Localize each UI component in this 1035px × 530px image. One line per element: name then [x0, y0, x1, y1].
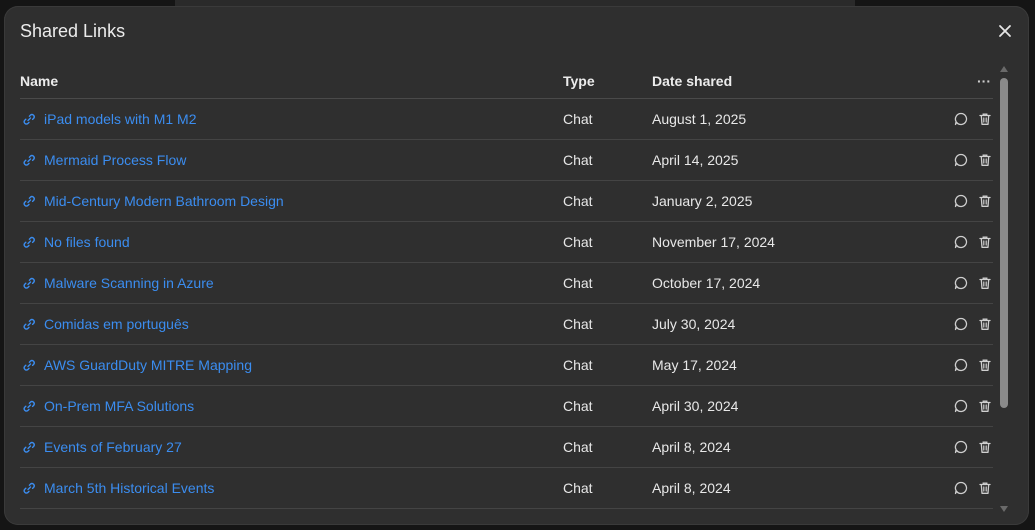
- shared-link-name[interactable]: March 5th Historical Events: [44, 480, 214, 496]
- shared-link-date: April 8, 2024: [652, 480, 731, 496]
- shared-link-date: November 17, 2024: [652, 234, 775, 250]
- trash-icon[interactable]: [977, 275, 993, 291]
- table-row: On-Prem MFA Solutions Chat April 30, 2024: [20, 386, 993, 427]
- trash-icon[interactable]: [977, 152, 993, 168]
- trash-icon[interactable]: [977, 439, 993, 455]
- chat-bubble-icon[interactable]: [953, 152, 969, 168]
- trash-icon[interactable]: [977, 234, 993, 250]
- table-row: Comidas em português Chat July 30, 2024: [20, 304, 993, 345]
- table-row: Malware Scanning in Azure Chat October 17,…: [20, 263, 993, 304]
- chat-bubble-icon[interactable]: [953, 357, 969, 373]
- scroll-up-arrow[interactable]: [1000, 66, 1008, 72]
- trash-icon[interactable]: [977, 480, 993, 496]
- shared-link-type: Chat: [563, 152, 593, 168]
- shared-link-date: October 17, 2024: [652, 275, 761, 291]
- shared-link-name[interactable]: Events of February 27: [44, 439, 182, 455]
- shared-link-date: August 1, 2025: [652, 111, 747, 127]
- shared-link-name[interactable]: iPad models with M1 M2: [44, 111, 197, 127]
- shared-link-type: Chat: [563, 316, 593, 332]
- shared-link-date: January 2, 2025: [652, 193, 753, 209]
- table-row: March 5th Historical Events Chat April 8, …: [20, 468, 993, 509]
- link-icon: [23, 400, 35, 412]
- link-icon: [23, 359, 35, 371]
- dialog-title: Shared Links: [20, 21, 126, 41]
- chat-bubble-icon[interactable]: [953, 234, 969, 250]
- column-header-date[interactable]: Date shared: [652, 73, 732, 89]
- shared-link-name[interactable]: On-Prem MFA Solutions: [44, 398, 194, 414]
- link-icon: [23, 154, 35, 166]
- column-header-name[interactable]: Name: [20, 73, 58, 89]
- shared-link-name[interactable]: No files found: [44, 234, 130, 250]
- table-row: No files found Chat November 17, 2024: [20, 222, 993, 263]
- chat-bubble-icon[interactable]: [953, 275, 969, 291]
- chat-bubble-icon[interactable]: [953, 480, 969, 496]
- shared-link-type: Chat: [563, 275, 593, 291]
- shared-link-type: Chat: [563, 480, 593, 496]
- shared-link-type: Chat: [563, 234, 593, 250]
- shared-link-type: Chat: [563, 193, 593, 209]
- chat-bubble-icon[interactable]: [953, 439, 969, 455]
- table-row: Mermaid Process Flow Chat April 14, 2025: [20, 140, 993, 181]
- shared-link-name[interactable]: AWS GuardDuty MITRE Mapping: [44, 357, 252, 373]
- shared-link-date: April 14, 2025: [652, 152, 739, 168]
- table-row: iPad models with M1 M2 Chat August 1, 2025: [20, 99, 993, 140]
- shared-link-type: Chat: [563, 111, 593, 127]
- link-icon: [23, 195, 35, 207]
- link-icon: [23, 277, 35, 289]
- trash-icon[interactable]: [977, 193, 993, 209]
- shared-links-dialog: Shared Links Name Type Date shared ··· i…: [4, 6, 1029, 525]
- shared-link-type: Chat: [563, 398, 593, 414]
- shared-link-date: April 8, 2024: [652, 439, 731, 455]
- link-icon: [23, 113, 35, 125]
- shared-link-name[interactable]: Mermaid Process Flow: [44, 152, 186, 168]
- shared-link-date: April 30, 2024: [652, 398, 739, 414]
- link-icon: [23, 482, 35, 494]
- shared-link-type: Chat: [563, 357, 593, 373]
- shared-link-date: May 17, 2024: [652, 357, 737, 373]
- more-options-button[interactable]: ···: [977, 73, 991, 89]
- shared-links-table: Name Type Date shared ··· iPad models wi…: [20, 68, 993, 509]
- shared-link-type: Chat: [563, 439, 593, 455]
- link-icon: [23, 236, 35, 248]
- trash-icon[interactable]: [977, 398, 993, 414]
- column-header-type[interactable]: Type: [563, 73, 595, 89]
- chat-bubble-icon[interactable]: [953, 193, 969, 209]
- trash-icon[interactable]: [977, 357, 993, 373]
- chat-bubble-icon[interactable]: [953, 316, 969, 332]
- scrollbar-thumb[interactable]: [1000, 78, 1008, 408]
- link-icon: [23, 318, 35, 330]
- table-body: iPad models with M1 M2 Chat August 1, 2025…: [20, 99, 993, 509]
- link-icon: [23, 441, 35, 453]
- scrollbar[interactable]: [999, 64, 1009, 514]
- trash-icon[interactable]: [977, 111, 993, 127]
- scroll-down-arrow[interactable]: [1000, 506, 1008, 512]
- table-row: Events of February 27 Chat April 8, 2024: [20, 427, 993, 468]
- trash-icon[interactable]: [977, 316, 993, 332]
- shared-link-date: July 30, 2024: [652, 316, 736, 332]
- table-header: Name Type Date shared ···: [20, 68, 993, 99]
- table-row: Mid-Century Modern Bathroom Design Chat Ja…: [20, 181, 993, 222]
- chat-bubble-icon[interactable]: [953, 111, 969, 127]
- shared-link-name[interactable]: Comidas em português: [44, 316, 189, 332]
- table-row: AWS GuardDuty MITRE Mapping Chat May 17, 2…: [20, 345, 993, 386]
- shared-link-name[interactable]: Malware Scanning in Azure: [44, 275, 214, 291]
- shared-link-name[interactable]: Mid-Century Modern Bathroom Design: [44, 193, 284, 209]
- chat-bubble-icon[interactable]: [953, 398, 969, 414]
- close-icon[interactable]: [997, 23, 1013, 39]
